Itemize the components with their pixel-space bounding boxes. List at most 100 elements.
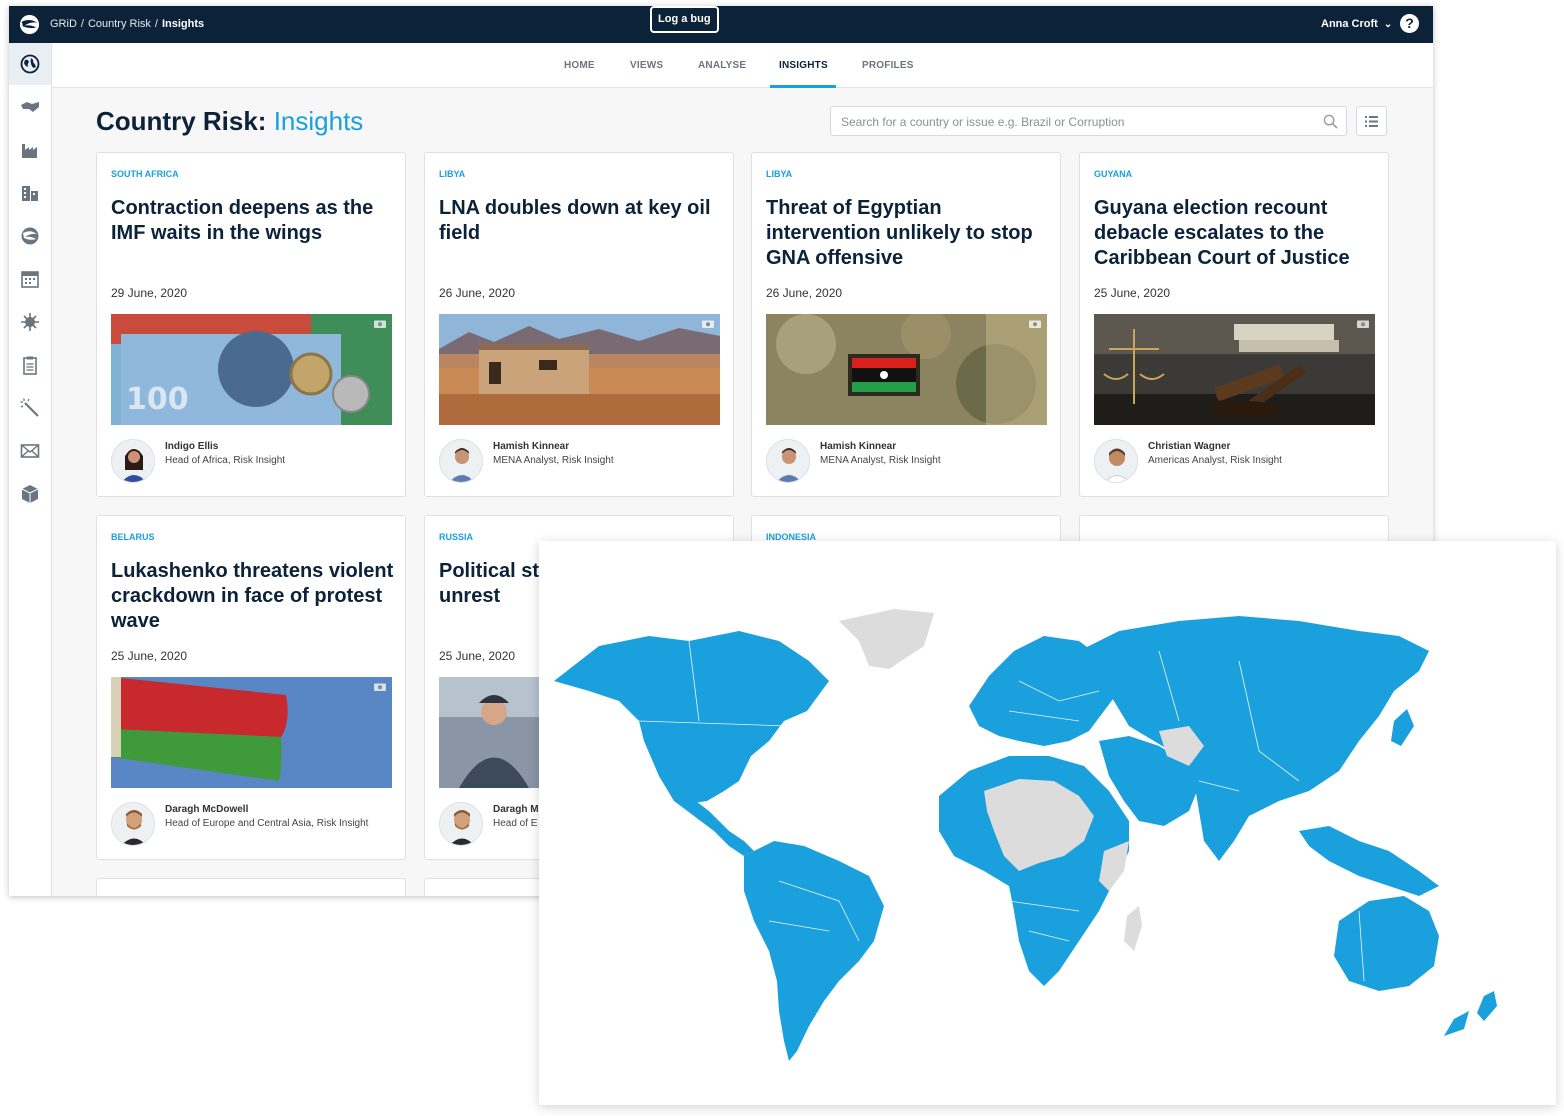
world-map — [554, 609, 1497, 1061]
clipboard-icon — [23, 356, 37, 375]
sidebar-item-clipboard[interactable] — [9, 344, 51, 386]
globe-icon — [20, 54, 40, 74]
card-date: 29 June, 2020 — [111, 286, 188, 300]
card-country[interactable]: SOUTH AFRICA — [111, 169, 179, 179]
avatar — [111, 439, 155, 483]
map-region-new-zealand-south — [1444, 1011, 1469, 1036]
list-view-button[interactable] — [1356, 106, 1387, 136]
author-role: Head of Africa, Risk Insight — [165, 455, 286, 466]
author-role: Americas Analyst, Risk Insight — [1148, 455, 1282, 466]
help-icon[interactable]: ? — [1400, 14, 1419, 33]
card-photo[interactable] — [111, 677, 392, 788]
insight-card[interactable]: GUYANA Guyana election recount debacle e… — [1079, 152, 1389, 497]
author-name[interactable]: Hamish Kinnear — [820, 441, 896, 452]
card-photo[interactable] — [1094, 314, 1375, 425]
handshake-icon — [21, 102, 39, 112]
world-map-panel — [539, 541, 1556, 1105]
magic-wand-icon — [20, 398, 39, 417]
sidebar — [9, 43, 52, 896]
insight-card[interactable]: BELARUS Lukashenko threatens violent cra… — [96, 515, 406, 860]
map-region-southeast-asia — [1299, 826, 1439, 896]
card-title[interactable]: Guyana election recount debacle escalate… — [1094, 196, 1379, 271]
author-role: Head of Europe and Central Asia, Risk In… — [165, 818, 369, 829]
desert-building-image — [439, 314, 720, 425]
card-country[interactable]: BELARUS — [111, 532, 155, 542]
insight-card[interactable]: LIBYA LNA doubles down at key oil field … — [424, 152, 734, 497]
card-date: 25 June, 2020 — [439, 649, 516, 663]
search-input[interactable]: Search for a country or issue e.g. Brazi… — [830, 106, 1347, 136]
search-placeholder: Search for a country or issue e.g. Brazi… — [841, 115, 1125, 129]
sidebar-item-buildings[interactable] — [9, 172, 51, 214]
sidebar-item-virus[interactable] — [9, 301, 51, 343]
active-tab-indicator — [770, 85, 836, 88]
map-region-south-america — [744, 841, 884, 1061]
belarus-flag-image — [111, 677, 392, 788]
author-role: Head of E — [493, 818, 538, 829]
search-icon[interactable] — [1323, 114, 1338, 129]
sidebar-item-globe[interactable] — [9, 43, 51, 85]
card-photo[interactable]: 100 — [111, 314, 392, 425]
author-name[interactable]: Daragh McDowell — [165, 804, 248, 815]
tab-profiles[interactable]: PROFILES — [862, 60, 914, 71]
grid-logo-icon — [21, 227, 39, 245]
log-bug-button[interactable]: Log a bug — [650, 6, 719, 33]
tab-home[interactable]: HOME — [564, 60, 595, 71]
sidebar-item-handshake[interactable] — [9, 86, 51, 128]
author-name[interactable]: Indigo Ellis — [165, 441, 218, 452]
insight-card[interactable] — [96, 878, 406, 896]
card-title[interactable]: Contraction deepens as the IMF waits in … — [111, 196, 396, 246]
author-name[interactable]: Christian Wagner — [1148, 441, 1230, 452]
sidebar-item-envelope[interactable] — [9, 430, 51, 472]
breadcrumb: GRiD / Country Risk / Insights — [50, 18, 205, 30]
breadcrumb-country-risk[interactable]: Country Risk — [88, 18, 151, 30]
sidebar-item-calendar[interactable] — [9, 258, 51, 300]
libya-flag-patch-image — [766, 314, 1047, 425]
card-photo[interactable] — [766, 314, 1047, 425]
card-title[interactable]: Lukashenko threatens violent crackdown i… — [111, 559, 396, 634]
author-name[interactable]: Hamish Kinnear — [493, 441, 569, 452]
factory-icon — [22, 144, 37, 158]
author-role: MENA Analyst, Risk Insight — [820, 455, 941, 466]
page-title-accent: Insights — [273, 106, 364, 136]
card-country[interactable]: GUYANA — [1094, 169, 1132, 179]
grid-logo-icon[interactable] — [19, 14, 40, 35]
virus-icon — [21, 313, 39, 331]
map-region-new-zealand — [1477, 991, 1497, 1021]
top-bar: GRiD / Country Risk / Insights Log a bug Ann… — [9, 6, 1433, 43]
map-region-madagascar — [1124, 906, 1142, 951]
envelope-icon — [20, 444, 40, 458]
user-menu[interactable]: Anna Croft ⌄ — [1321, 18, 1392, 30]
tab-views[interactable]: VIEWS — [630, 60, 663, 71]
card-country[interactable]: RUSSIA — [439, 532, 473, 542]
sidebar-item-cube[interactable] — [9, 473, 51, 515]
card-country[interactable]: LIBYA — [439, 169, 465, 179]
breadcrumb-insights: Insights — [161, 18, 205, 30]
sidebar-item-factory[interactable] — [9, 129, 51, 171]
nav-tabs: HOME VIEWS ANALYSE INSIGHTS PROFILES — [52, 43, 1433, 88]
svg-text:100: 100 — [126, 382, 189, 417]
camera-icon — [1357, 320, 1369, 328]
tab-analyse[interactable]: ANALYSE — [698, 60, 746, 71]
card-title[interactable]: Threat of Egyptian intervention unlikely… — [766, 196, 1051, 271]
author-name[interactable]: Daragh M — [493, 804, 539, 815]
gavel-image — [1094, 314, 1375, 425]
insight-card[interactable]: SOUTH AFRICA Contraction deepens as the … — [96, 152, 406, 497]
camera-icon — [1029, 320, 1041, 328]
map-region-north-america — [554, 631, 829, 803]
camera-icon — [702, 320, 714, 328]
insight-card[interactable]: LIBYA Threat of Egyptian intervention un… — [751, 152, 1061, 497]
camera-icon — [374, 320, 386, 328]
user-name: Anna Croft — [1321, 18, 1378, 30]
buildings-icon — [22, 186, 38, 201]
sidebar-item-magic-wand[interactable] — [9, 387, 51, 429]
avatar — [1094, 439, 1138, 483]
card-date: 26 June, 2020 — [766, 286, 843, 300]
list-icon — [1365, 115, 1378, 127]
sidebar-item-grid-logo[interactable] — [9, 215, 51, 257]
tab-insights[interactable]: INSIGHTS — [779, 60, 828, 71]
card-country[interactable]: LIBYA — [766, 169, 792, 179]
card-photo[interactable] — [439, 314, 720, 425]
breadcrumb-grid[interactable]: GRiD — [50, 18, 77, 30]
card-title[interactable]: LNA doubles down at key oil field — [439, 196, 724, 246]
calendar-icon — [21, 271, 39, 288]
